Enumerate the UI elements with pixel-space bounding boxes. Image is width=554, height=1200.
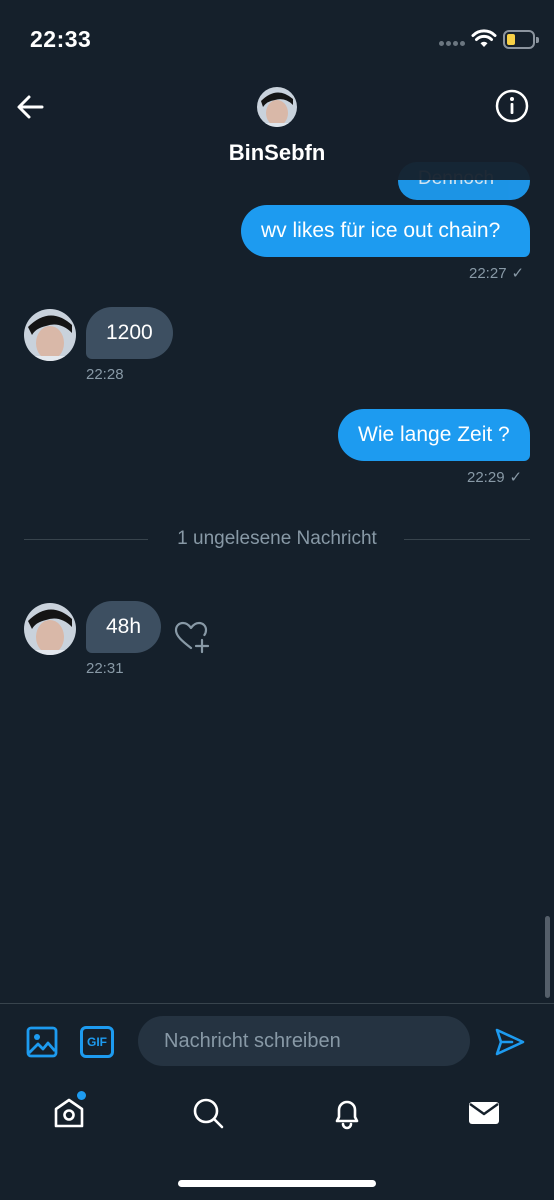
message-text: 1200 [106,321,153,344]
unread-divider-label: 1 ungelesene Nachricht [177,528,377,549]
unread-divider: 1 ungelesene Nachricht [24,526,530,552]
image-icon[interactable] [26,1026,58,1058]
message-bubble-outgoing[interactable]: Wie lange Zeit ? [338,409,530,461]
home-indicator[interactable] [178,1180,376,1187]
conversation-header: BinSebfn [0,80,554,180]
message-text: 48h [106,615,142,638]
battery-icon [503,30,539,49]
search-icon [193,1098,224,1129]
message-timestamp: 22:29 ✓ [467,469,523,486]
tab-notifications[interactable] [329,1095,365,1131]
message-text: Wie lange Zeit ? [358,423,510,446]
tab-messages[interactable] [466,1095,502,1131]
scrollbar[interactable] [545,916,550,998]
avatar[interactable] [257,87,297,127]
message-input[interactable] [138,1016,470,1066]
message-composer: GIF [0,1003,554,1083]
mail-icon [469,1102,499,1124]
message-timestamp: 22:28 [86,366,124,383]
cellular-signal-icon [439,41,465,47]
bell-icon [335,1100,359,1130]
tab-home[interactable] [51,1091,87,1131]
contact-name[interactable]: BinSebfn [0,140,554,166]
sent-check-icon: ✓ [511,265,525,282]
bottom-tab-bar [0,1083,554,1200]
message-text: wv likes für ice out chain? [261,219,501,242]
home-icon [54,1098,84,1128]
gif-icon[interactable]: GIF [80,1026,114,1058]
status-time: 22:33 [30,26,92,52]
info-icon[interactable] [494,88,530,124]
heart-plus-icon[interactable] [174,620,210,654]
notification-dot [77,1091,86,1100]
message-bubble-incoming[interactable]: 48h [86,601,161,653]
tab-search[interactable] [190,1095,226,1131]
wifi-icon [471,29,497,47]
message-timestamp: 22:31 [86,660,124,677]
send-icon[interactable] [494,1026,526,1058]
back-arrow-icon[interactable] [14,90,48,124]
message-bubble-incoming[interactable]: 1200 [86,307,173,359]
status-bar: 22:33 [0,0,554,80]
avatar[interactable] [24,603,76,655]
sent-check-icon: ✓ [509,469,523,486]
message-timestamp: 22:27 ✓ [469,265,525,282]
avatar[interactable] [24,309,76,361]
dm-conversation-screen: 22:33 Dennoch BinSebfn [0,0,554,1200]
message-bubble-outgoing[interactable]: wv likes für ice out chain? [241,205,530,257]
